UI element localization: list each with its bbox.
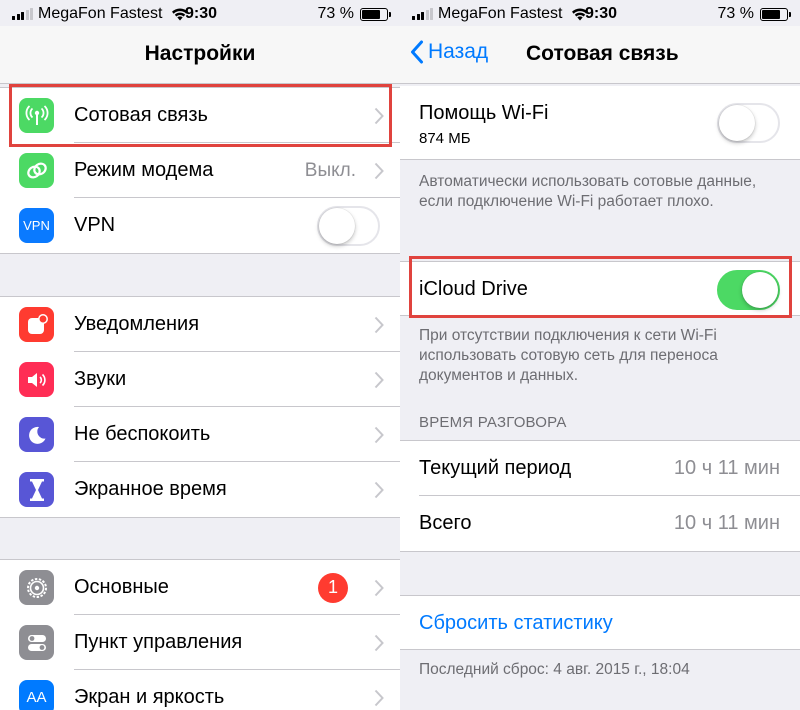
call-time-header: ВРЕМЯ РАЗГОВОРА [419,414,567,431]
chevron-right-icon [374,107,384,124]
reset-statistics-label: Сбросить статистику [419,612,613,634]
toggles-icon [19,625,54,660]
wifi-assist-toggle[interactable] [717,102,780,143]
notifications-icon [19,307,54,342]
settings-item-label: Экран и яркость [74,686,225,708]
signal-strength-icon [412,8,433,20]
carrier-name: MegaFon Fastest [438,5,563,22]
icloud-drive-label: iCloud Drive [419,278,528,300]
reset-group: Сбросить статистику [400,595,800,650]
status-bar: MegaFon Fastest 9:30 73 % [0,0,400,26]
call-time-label: Текущий период [419,457,572,479]
settings-item-notifications[interactable]: Уведомления [0,297,400,352]
hotspot-link-icon [19,153,54,188]
settings-item-label: Экранное время [74,478,227,500]
settings-item-do-not-disturb[interactable]: Не беспокоить [0,407,400,462]
hotspot-status-value: Выкл. [304,159,356,181]
connectivity-group: Сотовая связь Режим модема Выкл. VPN VPN [0,87,400,254]
call-time-current-row: Текущий период 10 ч 11 мин [400,441,800,496]
settings-item-cellular[interactable]: Сотовая связь [0,88,400,143]
general-group: Основные 1 Пункт управления AA Экран и я… [0,559,400,710]
moon-icon [19,417,54,452]
update-badge: 1 [318,572,348,603]
settings-item-label: Уведомления [74,313,200,335]
chevron-right-icon [374,689,384,706]
settings-item-label: Пункт управления [74,631,243,653]
carrier-name: MegaFon Fastest [38,5,163,22]
call-time-total-row: Всего 10 ч 11 мин [400,496,800,551]
settings-item-label: Сотовая связь [74,104,208,126]
icloud-drive-row: iCloud Drive [400,262,800,317]
settings-item-label: Основные [74,576,169,598]
text-size-icon: AA [19,680,54,710]
settings-item-vpn: VPN VPN [0,198,400,253]
call-time-value: 10 ч 11 мин [673,512,780,534]
settings-item-display[interactable]: AA Экран и яркость [0,670,400,710]
call-time-label: Всего [419,512,472,534]
chevron-right-icon [374,316,384,333]
battery-icon [760,7,791,21]
icloud-note: При отсутствии подключения к сети Wi-Fi … [419,327,718,384]
settings-screen: MegaFon Fastest 9:30 73 % Настройки Сото… [0,0,400,710]
battery-icon [360,7,391,21]
icloud-drive-toggle[interactable] [717,269,780,310]
vpn-toggle[interactable] [317,205,380,246]
wifi-assist-group: Помощь Wi-Fi 874 МБ [400,86,800,160]
settings-item-screen-time[interactable]: Экранное время [0,462,400,517]
cellular-screen: MegaFon Fastest 9:30 73 % Назад Сотовая … [400,0,800,710]
back-button-label: Назад [428,40,489,63]
wifi-assist-label: Помощь Wi-Fi [419,102,549,124]
reset-statistics-button[interactable]: Сбросить статистику [400,596,800,651]
wifi-assist-note: Автоматически использовать сотовые данны… [419,173,757,210]
battery-percent: 73 % [717,5,754,22]
status-time: 9:30 [185,5,218,22]
page-title: Сотовая связь [526,42,679,65]
chevron-right-icon [374,579,384,596]
back-button[interactable]: Назад [410,40,488,64]
settings-item-label: Не беспокоить [74,423,211,445]
navigation-bar: Назад Сотовая связь [400,26,800,84]
settings-item-control-center[interactable]: Пункт управления [0,615,400,670]
settings-item-hotspot[interactable]: Режим модема Выкл. [0,143,400,198]
icloud-drive-group: iCloud Drive [400,261,800,316]
chevron-right-icon [374,426,384,443]
settings-item-label: Звуки [74,368,127,390]
gear-icon [19,570,54,605]
vpn-icon: VPN [19,208,54,243]
last-reset-note: Последний сброс: 4 авг. 2015 г., 18:04 [419,661,690,678]
battery-percent: 73 % [317,5,354,22]
chevron-right-icon [374,162,384,179]
hourglass-icon [19,472,54,507]
signal-strength-icon [12,8,33,20]
chevron-right-icon [374,371,384,388]
cellular-antenna-icon [19,98,54,133]
status-bar: MegaFon Fastest 9:30 73 % [400,0,800,26]
speaker-icon [19,362,54,397]
navigation-bar: Настройки [0,26,400,84]
notifications-group: Уведомления Звуки Не беспокоить Экранное [0,296,400,518]
page-title: Настройки [144,42,256,65]
call-time-value: 10 ч 11 мин [673,457,780,479]
settings-item-sounds[interactable]: Звуки [0,352,400,407]
chevron-right-icon [374,634,384,651]
status-time: 9:30 [585,5,618,22]
chevron-right-icon [374,481,384,498]
chevron-left-icon [411,40,423,64]
wifi-assist-usage: 874 МБ [419,130,471,147]
call-time-group: Текущий период 10 ч 11 мин Всего 10 ч 11… [400,440,800,552]
settings-item-general[interactable]: Основные 1 [0,560,400,615]
